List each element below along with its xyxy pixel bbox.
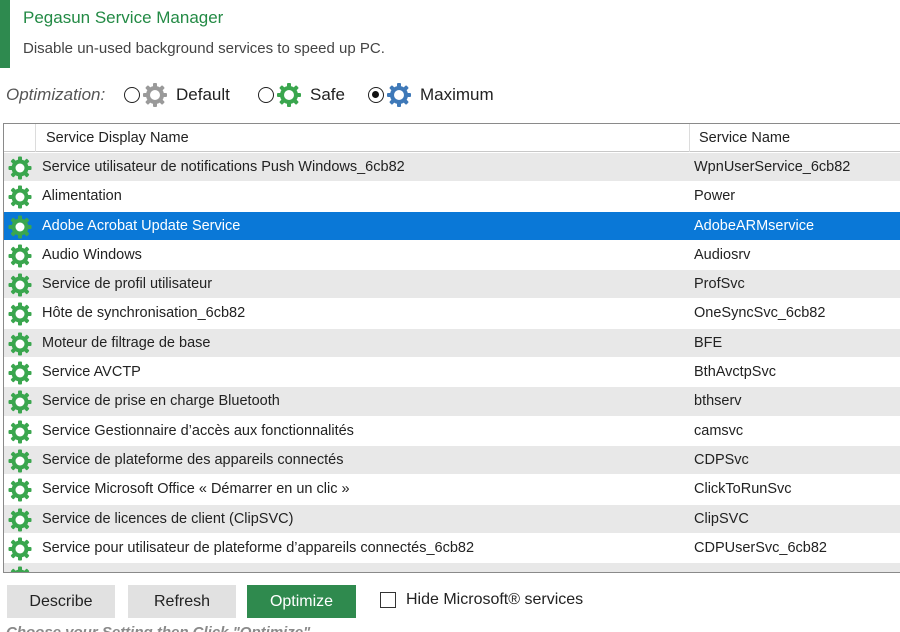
service-gear-icon	[8, 537, 32, 561]
table-row[interactable]: Service Gestionnaire d’accès aux fonctio…	[4, 417, 900, 446]
service-gear-icon	[8, 156, 32, 180]
table-row[interactable]: Audio Windows Audiosrv	[4, 241, 900, 271]
optimization-label: Optimization:	[6, 85, 106, 104]
option-safe[interactable]: Safe	[258, 82, 345, 108]
gear-green-icon	[277, 83, 301, 107]
radio-default[interactable]	[124, 87, 140, 103]
table-row[interactable]: Hôte de synchronisation_6cb82 OneSyncSvc_…	[4, 299, 900, 329]
service-gear-icon	[10, 566, 30, 572]
service-display-name: Service de licences de client (ClipSVC)	[42, 510, 294, 527]
service-display-name: Service utilisateur de notifications Pus…	[42, 159, 405, 175]
service-display-name: Alimentation	[42, 188, 122, 205]
service-gear-icon	[8, 332, 32, 356]
service-gear-icon	[8, 390, 32, 414]
service-display-name: Service AVCTP	[42, 364, 141, 381]
service-name: ClickToRunSvc	[694, 481, 792, 498]
table-row[interactable]: Service de plateforme des appareils conn…	[4, 445, 900, 476]
table-row[interactable]: Service Microsoft Office « Démarrer en u…	[4, 475, 900, 505]
service-name: CDPSvc	[694, 451, 749, 468]
table-row[interactable]: Alimentation Power	[4, 182, 900, 212]
service-name: AdobeARMservice	[694, 217, 815, 234]
action-bar: Describe Refresh Optimize Hide Microsoft…	[0, 585, 900, 619]
option-default-label: Default	[176, 85, 230, 104]
service-name: camsvc	[694, 422, 744, 439]
grid-header: Service Display Name Service Name	[4, 124, 900, 152]
column-separator[interactable]	[689, 124, 690, 152]
service-gear-icon	[8, 215, 32, 239]
radio-maximum[interactable]	[368, 87, 384, 103]
service-name: CDPUserSvc_6cb82	[694, 539, 827, 556]
refresh-button[interactable]: Refresh	[128, 585, 236, 618]
table-row[interactable]	[4, 563, 900, 572]
service-name: ClipSVC	[694, 510, 749, 527]
service-display-name: Adobe Acrobat Update Service	[42, 217, 241, 234]
service-name: bthserv	[694, 393, 742, 410]
service-name-column-header[interactable]: Service Name	[699, 130, 790, 146]
service-name: OneSyncSvc_6cb82	[694, 305, 826, 322]
accent-bar	[0, 0, 10, 68]
service-display-name: Service de plateforme des appareils conn…	[42, 451, 344, 468]
service-display-name: Service de prise en charge Bluetooth	[42, 393, 280, 410]
table-row[interactable]: Moteur de filtrage de base BFE	[4, 328, 900, 359]
service-gear-icon	[8, 273, 32, 297]
hint-text: Choose your Setting then Click "Optimize…	[6, 624, 310, 632]
optimization-row: Optimization: Default Safe Maximum	[0, 80, 900, 110]
service-name: BthAvctpSvc	[694, 364, 776, 381]
service-display-name: Service Gestionnaire d’accès aux fonctio…	[42, 422, 354, 439]
service-name: WpnUserService_6cb82	[694, 159, 851, 175]
hide-microsoft-toggle[interactable]: Hide Microsoft® services	[380, 591, 583, 609]
gear-blue-icon	[387, 83, 411, 107]
service-display-name: Service de profil utilisateur	[42, 276, 213, 293]
hide-microsoft-checkbox[interactable]	[380, 592, 396, 608]
grid-rows: Service utilisateur de notifications Pus…	[4, 153, 900, 572]
table-row[interactable]: Service AVCTP BthAvctpSvc	[4, 358, 900, 388]
app-subtitle: Disable un-used background services to s…	[23, 40, 385, 57]
table-row[interactable]: Service de prise en charge Bluetooth bths…	[4, 387, 900, 417]
hide-microsoft-label: Hide Microsoft® services	[406, 591, 584, 608]
gear-gray-icon	[143, 83, 167, 107]
option-maximum[interactable]: Maximum	[368, 82, 494, 108]
service-name: Audiosrv	[694, 246, 751, 263]
service-name: BFE	[694, 334, 723, 351]
app-title: Pegasun Service Manager	[23, 8, 224, 27]
service-display-name: Service pour utilisateur de plateforme d…	[42, 539, 475, 556]
option-maximum-label: Maximum	[420, 85, 494, 104]
display-name-column-header[interactable]: Service Display Name	[46, 130, 189, 146]
service-gear-icon	[8, 244, 32, 268]
service-gear-icon	[8, 449, 32, 473]
service-gear-icon	[8, 302, 32, 326]
services-grid[interactable]: Service Display Name Service Name Servic…	[3, 123, 900, 573]
option-safe-label: Safe	[310, 85, 345, 104]
table-row[interactable]: Service pour utilisateur de plateforme d…	[4, 534, 900, 564]
service-display-name: Service Microsoft Office « Démarrer en u…	[42, 481, 350, 498]
table-row[interactable]: Adobe Acrobat Update Service AdobeARMserv…	[4, 211, 900, 241]
service-display-name: Moteur de filtrage de base	[42, 334, 211, 351]
service-gear-icon	[8, 361, 32, 385]
table-row[interactable]: Service de licences de client (ClipSVC) C…	[4, 504, 900, 534]
table-row[interactable]: Service de profil utilisateur ProfSvc	[4, 270, 900, 300]
service-gear-icon	[8, 478, 32, 502]
option-default[interactable]: Default	[124, 82, 230, 108]
header: Pegasun Service Manager Disable un-used …	[0, 0, 900, 68]
describe-button[interactable]: Describe	[7, 585, 115, 618]
service-name: ProfSvc	[694, 276, 745, 293]
table-row[interactable]: Service utilisateur de notifications Pus…	[4, 153, 900, 183]
service-name: Power	[694, 188, 736, 205]
service-gear-icon	[8, 420, 32, 444]
service-display-name: Hôte de synchronisation_6cb82	[42, 305, 246, 322]
optimize-button[interactable]: Optimize	[247, 585, 356, 618]
service-gear-icon	[8, 185, 32, 209]
radio-safe[interactable]	[258, 87, 274, 103]
service-gear-icon	[8, 508, 32, 532]
service-display-name: Audio Windows	[42, 246, 142, 263]
icon-column-header[interactable]	[4, 124, 36, 152]
